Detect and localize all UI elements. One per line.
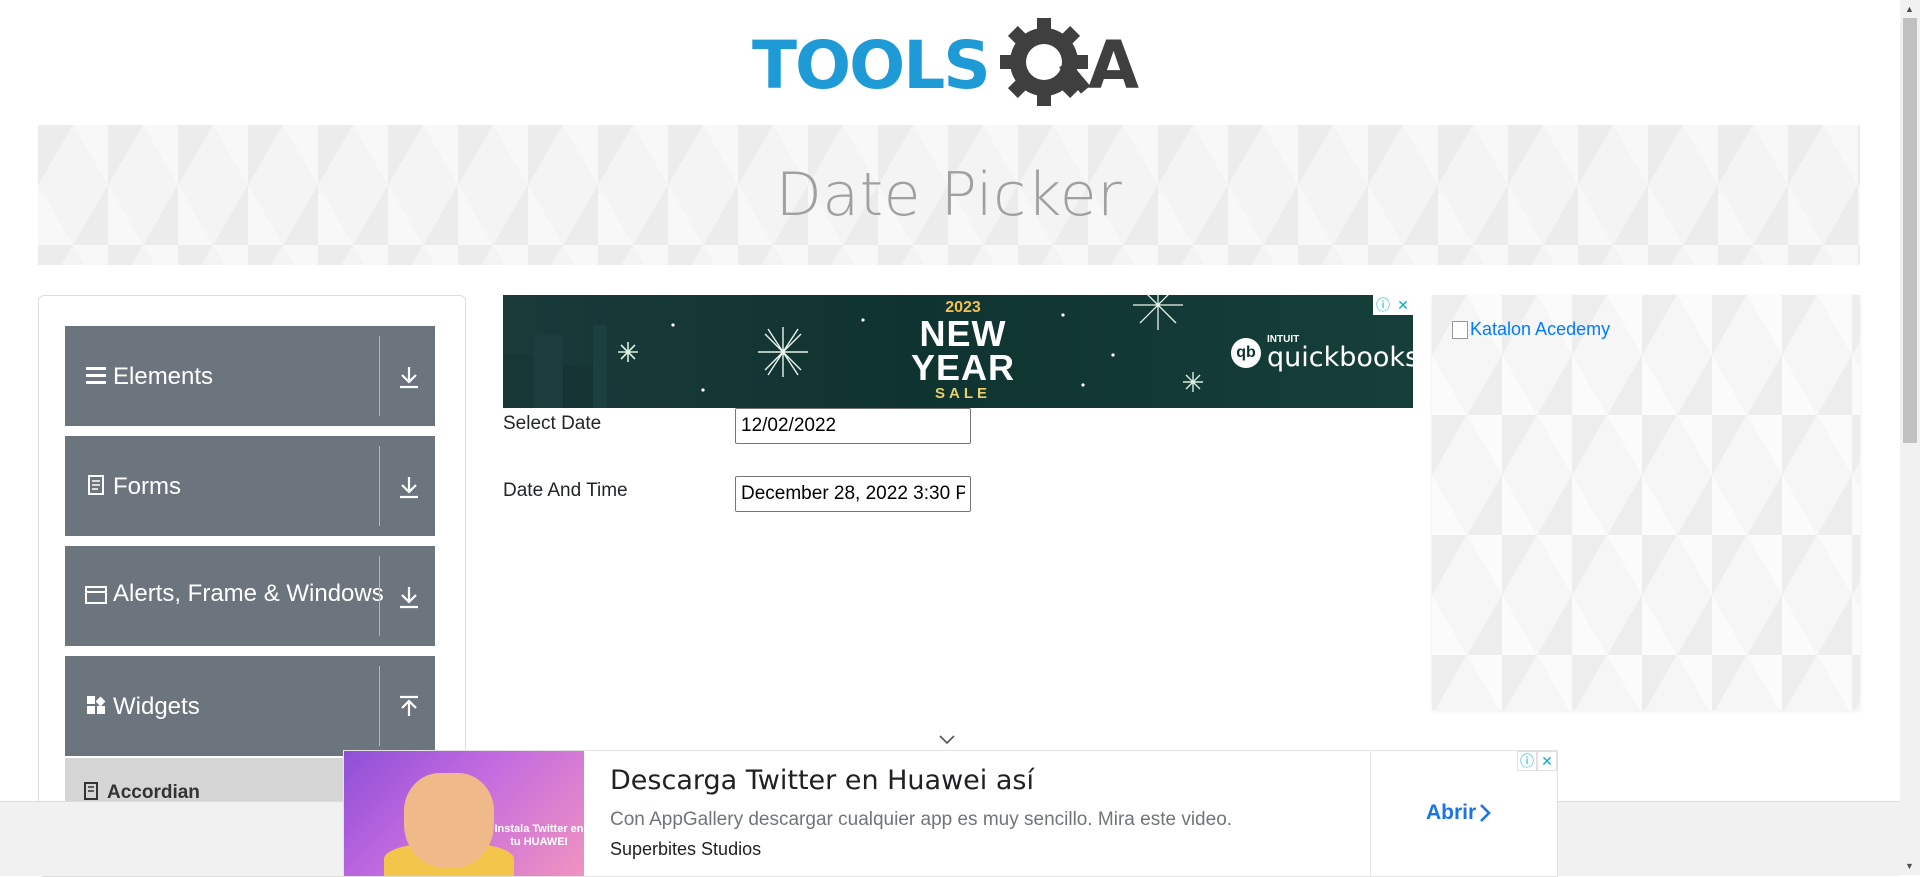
logo-a-text: A [1088,27,1139,104]
logo-tools-text: TOOLS [752,27,989,104]
sidebar-group-alerts-frame-windows[interactable]: Alerts, Frame & Windows [65,546,435,646]
open-button[interactable]: Abrir [1426,801,1494,825]
hamburger-icon [86,367,106,384]
katalon-ad-alt-text: Katalon Acedemy [1470,319,1611,339]
divider [379,336,380,416]
quickbooks-mark-icon: qb [1231,338,1261,368]
toolsqa-logo[interactable]: TOOLS A [752,18,1152,116]
ad-person-face [404,773,494,868]
quickbooks-label: quickbooks [1267,342,1413,373]
quickbooks-logo: qb INTUIT quickbooks [1231,335,1413,371]
toolsqa-logo-graphic: TOOLS A [752,18,1139,106]
page-title: Date Picker [775,160,1123,230]
scroll-down-icon[interactable]: ▼ [1905,861,1914,871]
book-icon [84,782,98,800]
download-arrow-icon [400,367,418,389]
window-icon [85,586,107,604]
ad-info-icon[interactable]: ⓘ [1373,295,1393,315]
date-time-label: Date And Time [503,480,628,501]
sidebar-group-elements[interactable]: Elements [65,326,435,426]
ad-choices: ⓘ ✕ [1373,295,1413,315]
ad-thumbnail: Instala Twitter en tu HUAWEI [344,751,584,876]
sidebar-group-label: Forms [113,473,181,500]
ad-sale: SALE [934,385,991,402]
date-time-input[interactable] [735,476,971,512]
firework-graphic [1183,372,1203,392]
broken-image-icon [1452,320,1468,339]
ad-headline-new: NEW [919,313,1007,354]
divider [379,556,380,636]
right-sidebar-ad[interactable]: Katalon Acedemy [1432,295,1860,710]
ad-close-icon[interactable]: ✕ [1393,295,1413,315]
divider [379,666,380,746]
firework-graphic [618,342,638,362]
gear-magnifier-icon [1000,18,1091,106]
divider [1370,751,1371,876]
sidebar-group-forms[interactable]: Forms [65,436,435,536]
ad-choices: ⓘ ✕ [1517,751,1557,771]
select-date-label: Select Date [503,413,602,434]
sidebar-group-label: Elements [113,363,214,390]
download-arrow-icon [400,587,418,609]
page-banner: Date Picker [38,125,1860,265]
chevron-right-icon [1480,804,1492,822]
firework-graphic [758,327,808,377]
new-year-sale-ad[interactable]: 2023 NEW YEAR SALE qb INTUIT quickbooks … [503,295,1413,408]
sidebar-group-label: Widgets [113,693,200,720]
upload-arrow-icon [400,695,418,716]
divider [379,446,380,526]
ad-advertiser: Superbites Studios [610,839,762,859]
ad-headline: 2023 NEW YEAR SALE [883,299,1043,402]
ad-description: Con AppGallery descargar cualquier app e… [610,809,1233,830]
katalon-ad-image[interactable]: Katalon Acedemy [1452,319,1610,340]
widgets-grid-icon [87,696,106,714]
chevron-down-icon[interactable] [937,732,957,746]
download-arrow-icon [400,477,418,499]
ad-thumbnail-text: Instala Twitter en tu HUAWEI [494,823,584,848]
ad-close-icon[interactable]: ✕ [1537,751,1557,771]
twitter-huawei-ad[interactable]: Instala Twitter en tu HUAWEI Descarga Tw… [343,750,1558,877]
sidebar-group-widgets[interactable]: Widgets [65,656,435,756]
scroll-up-icon[interactable]: ▲ [1905,4,1914,14]
ad-info-icon[interactable]: ⓘ [1517,751,1537,771]
open-button-label: Abrir [1426,801,1477,824]
ad-headline-year: YEAR [910,347,1016,388]
vertical-scrollbar[interactable]: ▲ ▼ [1900,0,1920,875]
ad-title: Descarga Twitter en Huawei así [610,765,1034,796]
firework-graphic [1133,295,1183,330]
document-icon [88,475,104,495]
scrollbar-thumb[interactable] [1903,18,1917,443]
sidebar-group-label: Alerts, Frame & Windows [113,580,384,607]
select-date-input[interactable] [735,408,971,444]
